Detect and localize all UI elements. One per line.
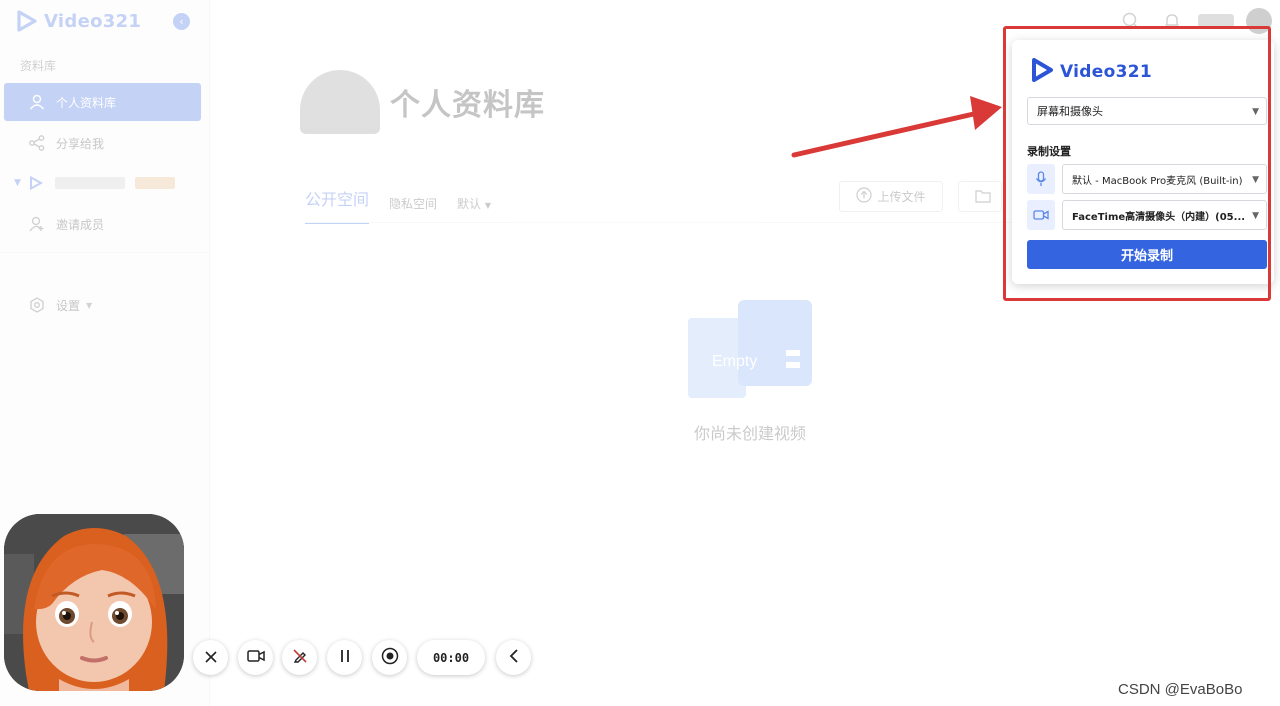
toggle-camera-button[interactable] [238, 640, 273, 675]
close-icon [204, 648, 217, 667]
pause-icon [339, 648, 351, 667]
highlight-frame [1003, 26, 1271, 301]
webcam-preview[interactable] [4, 514, 184, 691]
camera-icon [246, 648, 265, 667]
record-icon [381, 647, 399, 669]
collapse-toolbar-button[interactable] [496, 640, 531, 675]
drawing-tool-button[interactable] [282, 640, 317, 675]
pause-button[interactable] [327, 640, 362, 675]
chevron-left-icon [509, 648, 519, 667]
recording-timer: 00:00 [417, 640, 485, 675]
watermark: CSDN @EvaBoBo [1118, 681, 1243, 698]
close-recording-button[interactable] [193, 640, 228, 675]
memoji-avatar [4, 514, 184, 691]
record-button[interactable] [372, 640, 407, 675]
pen-off-icon [292, 648, 308, 668]
